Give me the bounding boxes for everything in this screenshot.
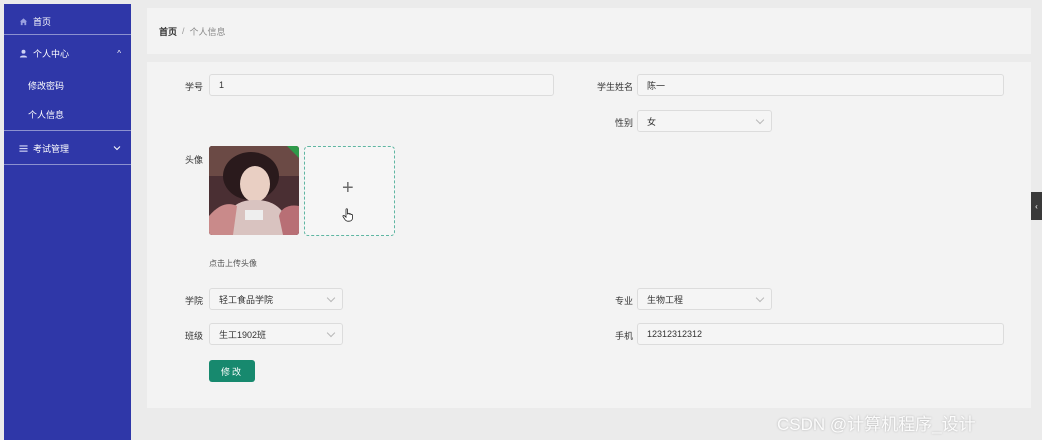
home-icon	[18, 16, 28, 26]
phone-value: 12312312312	[647, 329, 703, 339]
sidebar-item-label: 个人中心	[33, 48, 70, 59]
upload-hint: 点击上传头像	[209, 259, 257, 268]
sidebar-item-label: 考试管理	[33, 143, 70, 154]
gender-value: 女	[647, 116, 657, 127]
student-id-label: 学号	[184, 82, 203, 92]
divider	[4, 130, 131, 131]
major-label: 专业	[614, 296, 633, 306]
student-name-label: 学生姓名	[596, 82, 633, 92]
student-name-value: 陈一	[647, 80, 666, 91]
chevron-down-icon	[755, 293, 765, 303]
college-label: 学院	[184, 296, 203, 306]
phone-label: 手机	[614, 331, 633, 341]
student-id-field[interactable]: 1	[209, 74, 554, 96]
major-value: 生物工程	[647, 294, 684, 305]
major-select[interactable]: 生物工程	[637, 288, 772, 310]
sidebar-item-home[interactable]: 首页	[4, 11, 131, 31]
menu-icon	[18, 143, 28, 153]
chevron-down-icon	[755, 115, 765, 125]
student-name-field[interactable]: 陈一	[637, 74, 1004, 96]
class-select[interactable]: 生工1902班	[209, 323, 343, 345]
sidebar-item-personal-info[interactable]: 个人信息	[4, 104, 131, 124]
gender-select[interactable]: 女	[637, 110, 772, 132]
sidebar: 首页 个人中心 ^ 修改密码 个人信息 考试管理	[4, 4, 131, 440]
avatar-image	[209, 146, 299, 235]
chevron-left-icon: ‹	[1035, 201, 1038, 211]
divider	[4, 34, 131, 35]
breadcrumb: 首页 / 个人信息	[147, 8, 1031, 54]
sidebar-item-label: 首页	[33, 16, 52, 27]
breadcrumb-current: 个人信息	[189, 26, 226, 37]
user-icon	[18, 48, 28, 58]
breadcrumb-separator: /	[182, 26, 185, 36]
class-value: 生工1902班	[219, 329, 267, 340]
avatar-upload-button[interactable]: +	[304, 146, 395, 236]
sidebar-item-exam-management[interactable]: 考试管理	[4, 138, 131, 158]
chevron-down-icon	[326, 293, 336, 303]
chevron-up-icon: ^	[117, 48, 121, 58]
profile-form: 学号 1 学生姓名 陈一 性别 女 头像 + 点击上传头像 学院 轻工食品学院 …	[147, 62, 1031, 408]
hand-pointer-icon	[342, 208, 354, 224]
update-button[interactable]: 修改	[209, 360, 255, 382]
chevron-down-icon	[326, 328, 336, 338]
chevron-down-icon	[113, 144, 121, 153]
divider	[4, 164, 131, 165]
student-id-value: 1	[219, 80, 225, 90]
avatar-label: 头像	[184, 155, 203, 165]
sidebar-item-label: 个人信息	[28, 109, 65, 120]
phone-field[interactable]: 12312312312	[637, 323, 1004, 345]
sidebar-item-label: 修改密码	[28, 80, 65, 91]
drawer-toggle[interactable]: ‹	[1031, 192, 1042, 220]
plus-icon: +	[342, 177, 354, 199]
sidebar-item-personal-center[interactable]: 个人中心 ^	[4, 43, 131, 63]
college-value: 轻工食品学院	[219, 294, 274, 305]
class-label: 班级	[184, 331, 203, 341]
sidebar-item-change-password[interactable]: 修改密码	[4, 75, 131, 95]
gender-label: 性别	[614, 118, 633, 128]
breadcrumb-home-link[interactable]: 首页	[159, 25, 177, 38]
college-select[interactable]: 轻工食品学院	[209, 288, 343, 310]
watermark: CSDN @计算机程序_设计	[777, 415, 976, 434]
